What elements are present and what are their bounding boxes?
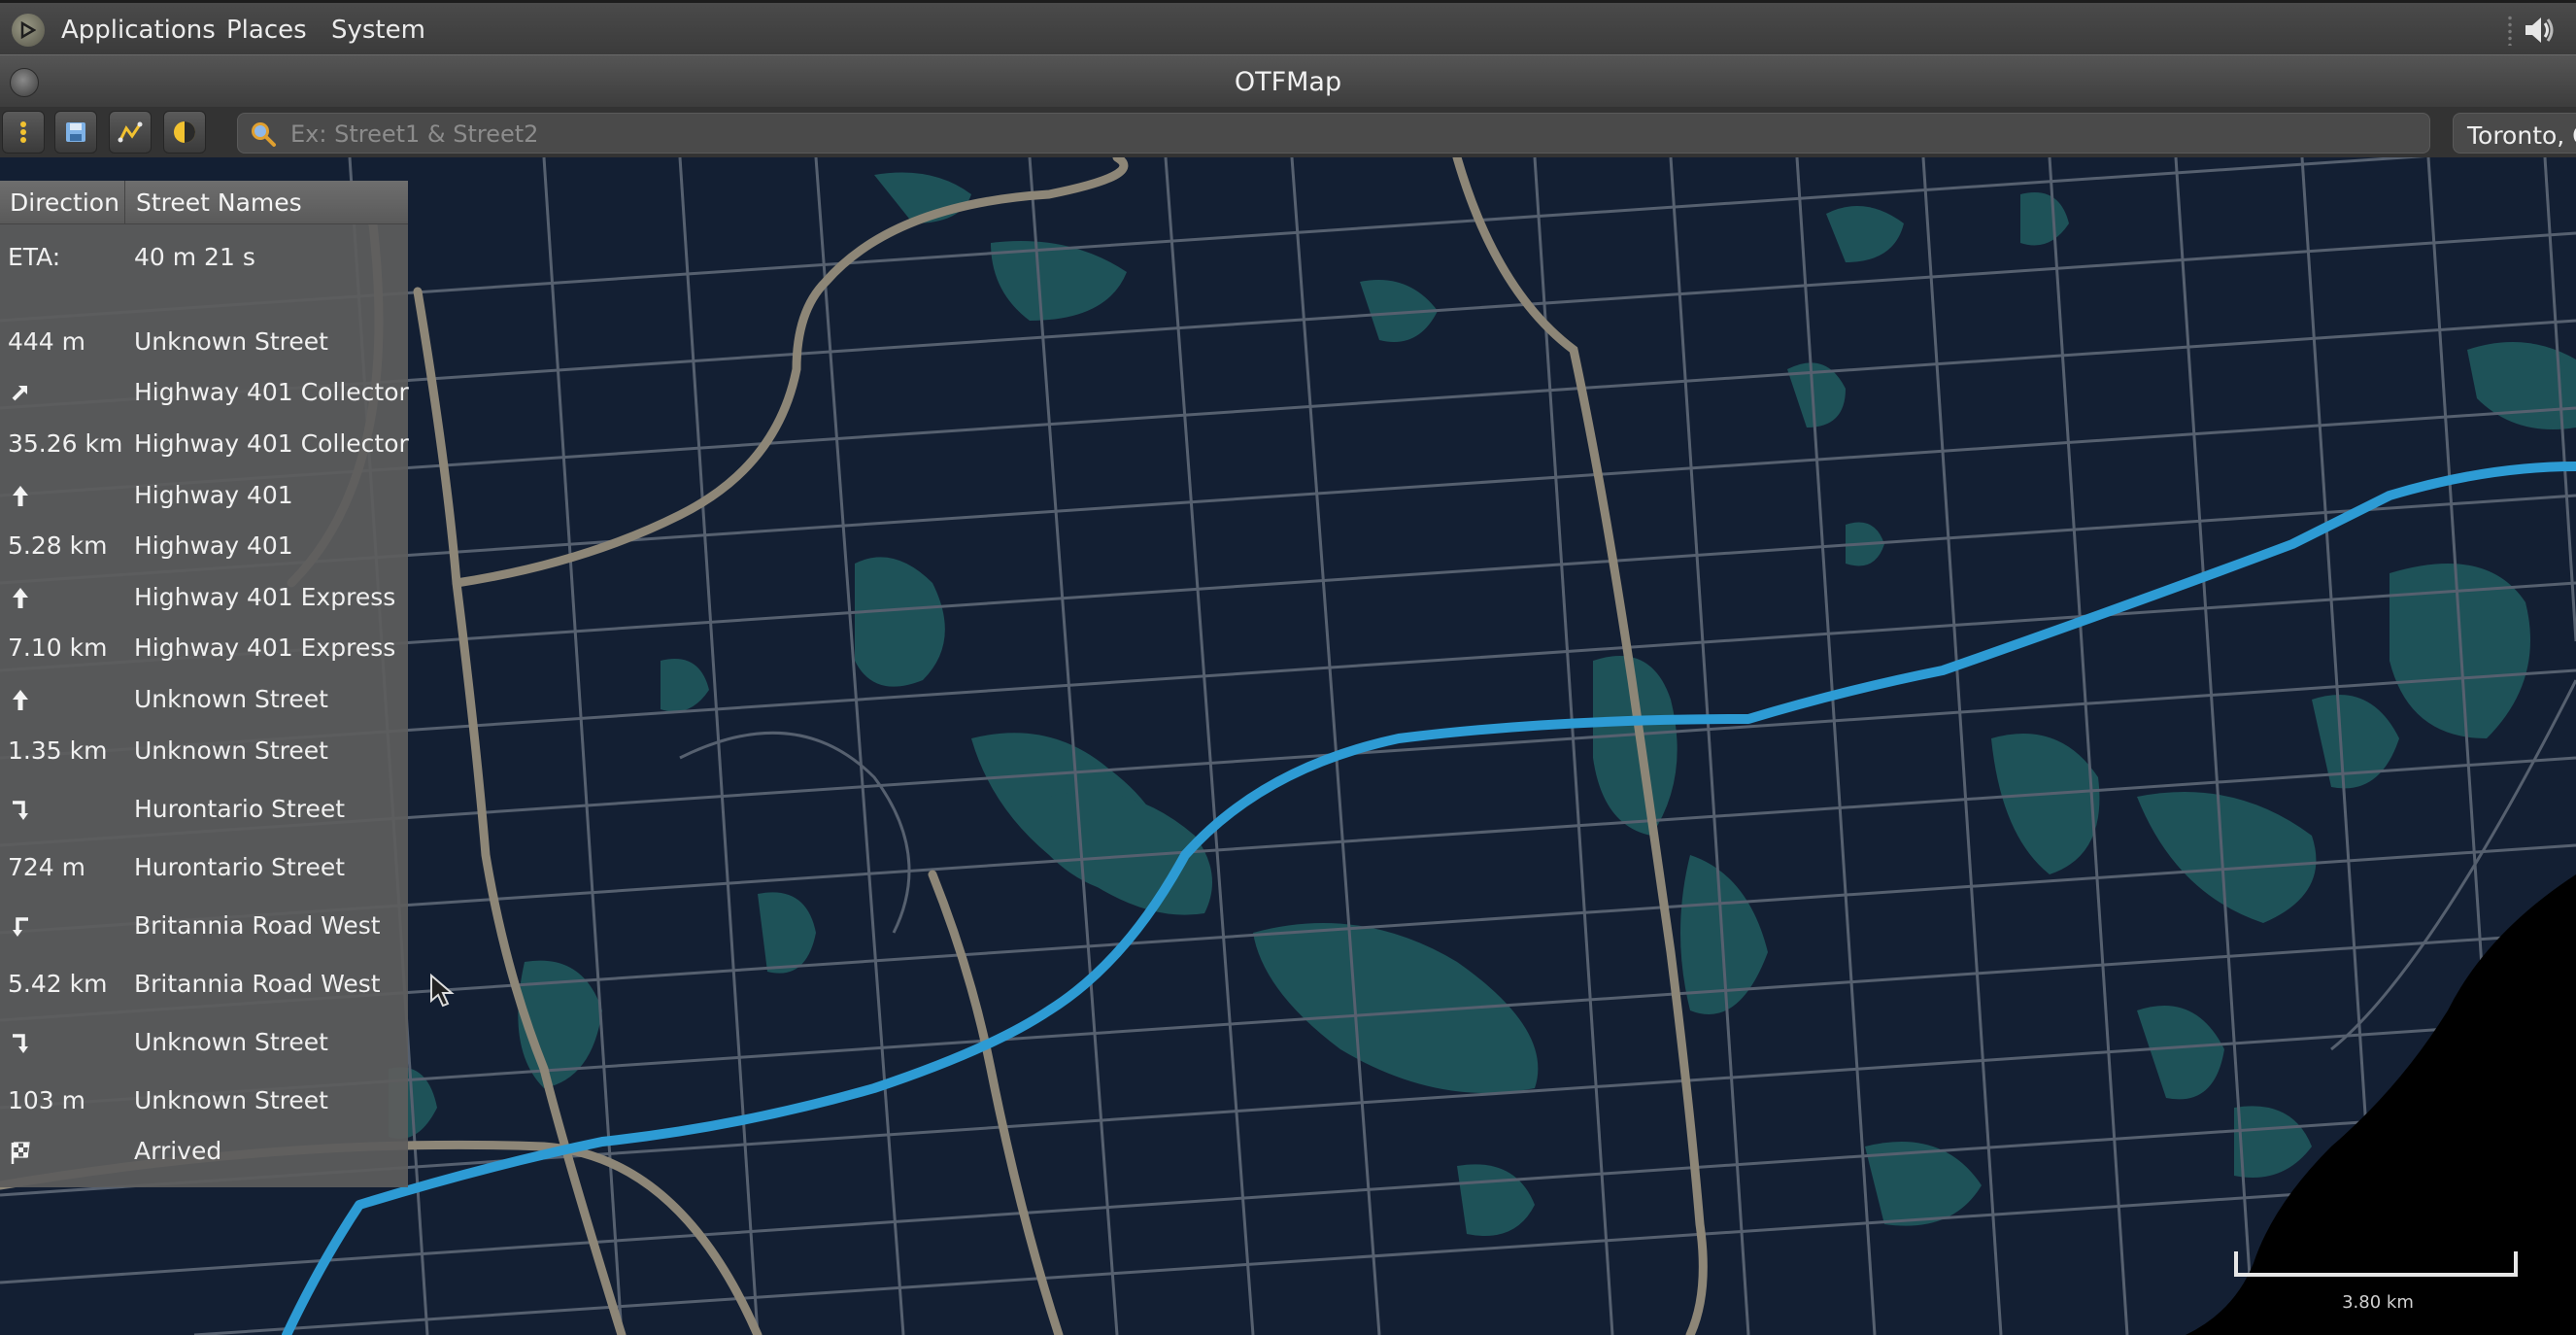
directions-toggle-button[interactable] (2, 111, 45, 154)
direction-street-name: Unknown Street (134, 1028, 328, 1056)
straight-arrow-icon (13, 690, 28, 710)
toolbar: Toronto, O (0, 107, 2576, 157)
straight-arrow-icon (13, 486, 28, 506)
ramp-right-icon (12, 386, 27, 401)
panel-separator (2508, 15, 2512, 46)
turn-right-icon (13, 1034, 28, 1053)
direction-row[interactable]: 5.42 km Britannia Road West (0, 964, 408, 1003)
direction-row[interactable]: Hurontario Street (0, 789, 408, 828)
direction-row[interactable]: 444 m Unknown Street (0, 322, 408, 360)
window-title-bar[interactable]: OTFMap (0, 54, 2576, 107)
direction-row[interactable]: 724 m Hurontario Street (0, 847, 408, 886)
direction-street-name: Arrived (134, 1137, 222, 1165)
scale-label: 3.80 km (2342, 1292, 2414, 1313)
direction-distance: 444 m (8, 327, 86, 356)
menu-applications[interactable]: Applications (61, 16, 216, 45)
direction-street-name: Britannia Road West (134, 970, 381, 998)
route-icon (118, 121, 143, 143)
direction-street-name: Unknown Street (134, 1086, 328, 1114)
checkered-flag-icon (11, 1142, 30, 1164)
direction-row[interactable]: 35.26 km Highway 401 Collector (0, 424, 409, 462)
mouse-cursor-icon (430, 974, 455, 1008)
direction-street-name: Highway 401 (134, 481, 293, 509)
direction-distance: 724 m (8, 853, 86, 881)
direction-distance: 5.42 km (8, 970, 108, 998)
search-input[interactable] (288, 118, 2420, 151)
scale-bar: 3.80 km (2234, 1251, 2522, 1319)
street-names-column-header[interactable]: Street Names (136, 188, 302, 217)
night-mode-button[interactable] (163, 111, 206, 154)
direction-street-name: Hurontario Street (134, 795, 346, 823)
directions-header: Direction Street Names (0, 181, 408, 224)
direction-street-name: Britannia Road West (134, 911, 381, 940)
direction-column-header[interactable]: Direction (10, 188, 119, 217)
direction-distance: 35.26 km (8, 429, 123, 458)
menu-system[interactable]: System (331, 16, 425, 45)
search-box[interactable] (237, 113, 2430, 154)
direction-street-name: Highway 401 Express (134, 633, 396, 662)
directions-panel[interactable]: Direction Street Names ETA: 40 m 21 s 44… (0, 181, 409, 1187)
column-divider[interactable] (124, 181, 125, 223)
direction-row[interactable]: Unknown Street (0, 1022, 408, 1061)
direction-street-name: Highway 401 Collector (134, 378, 409, 406)
location-selector[interactable]: Toronto, O (2453, 113, 2576, 154)
floppy-icon (66, 122, 85, 142)
distro-logo-icon[interactable] (12, 14, 45, 47)
route-button[interactable] (109, 111, 152, 154)
direction-street-name: Unknown Street (134, 685, 328, 713)
search-icon (252, 122, 276, 147)
direction-distance: 5.28 km (8, 531, 108, 560)
direction-row[interactable]: 1.35 km Unknown Street (0, 731, 408, 770)
direction-row[interactable]: Highway 401 Express (0, 577, 408, 616)
direction-street-name: Hurontario Street (134, 853, 346, 881)
location-label: Toronto, O (2467, 121, 2576, 150)
direction-row[interactable]: Arrived (0, 1131, 408, 1170)
half-moon-icon (174, 121, 195, 143)
direction-row[interactable]: 7.10 km Highway 401 Express (0, 628, 408, 667)
direction-street-name: Highway 401 (134, 531, 293, 560)
save-map-button[interactable] (54, 111, 97, 154)
dots-icon (20, 121, 26, 143)
direction-street-name: Unknown Street (134, 736, 328, 765)
direction-distance: 1.35 km (8, 736, 108, 765)
turn-right-icon (13, 801, 28, 820)
scale-bar-line (2234, 1251, 2518, 1277)
direction-row[interactable]: 103 m Unknown Street (0, 1080, 408, 1119)
eta-row: ETA: 40 m 21 s (0, 237, 408, 276)
direction-distance: 103 m (8, 1086, 86, 1114)
direction-street-name: Unknown Street (134, 327, 328, 356)
volume-icon[interactable] (2522, 13, 2557, 48)
direction-row[interactable]: Unknown Street (0, 679, 408, 718)
turn-left-icon (13, 917, 28, 937)
straight-arrow-icon (13, 588, 28, 608)
direction-street-name: Highway 401 Express (134, 583, 396, 611)
direction-row[interactable]: Highway 401 Collector (0, 372, 409, 411)
desktop: Applications Places System OTFMap Ex: St… (0, 0, 2576, 1335)
eta-value: 40 m 21 s (134, 243, 255, 271)
direction-row[interactable]: Britannia Road West (0, 906, 408, 944)
top-panel: Applications Places System (0, 0, 2576, 54)
direction-distance: 7.10 km (8, 633, 108, 662)
menu-places[interactable]: Places (226, 16, 307, 45)
direction-row[interactable]: Highway 401 (0, 475, 408, 514)
window-title: OTFMap (1234, 67, 1342, 97)
direction-row[interactable]: 5.28 km Highway 401 (0, 526, 408, 565)
eta-label: ETA: (8, 243, 61, 271)
direction-street-name: Highway 401 Collector (134, 429, 409, 458)
